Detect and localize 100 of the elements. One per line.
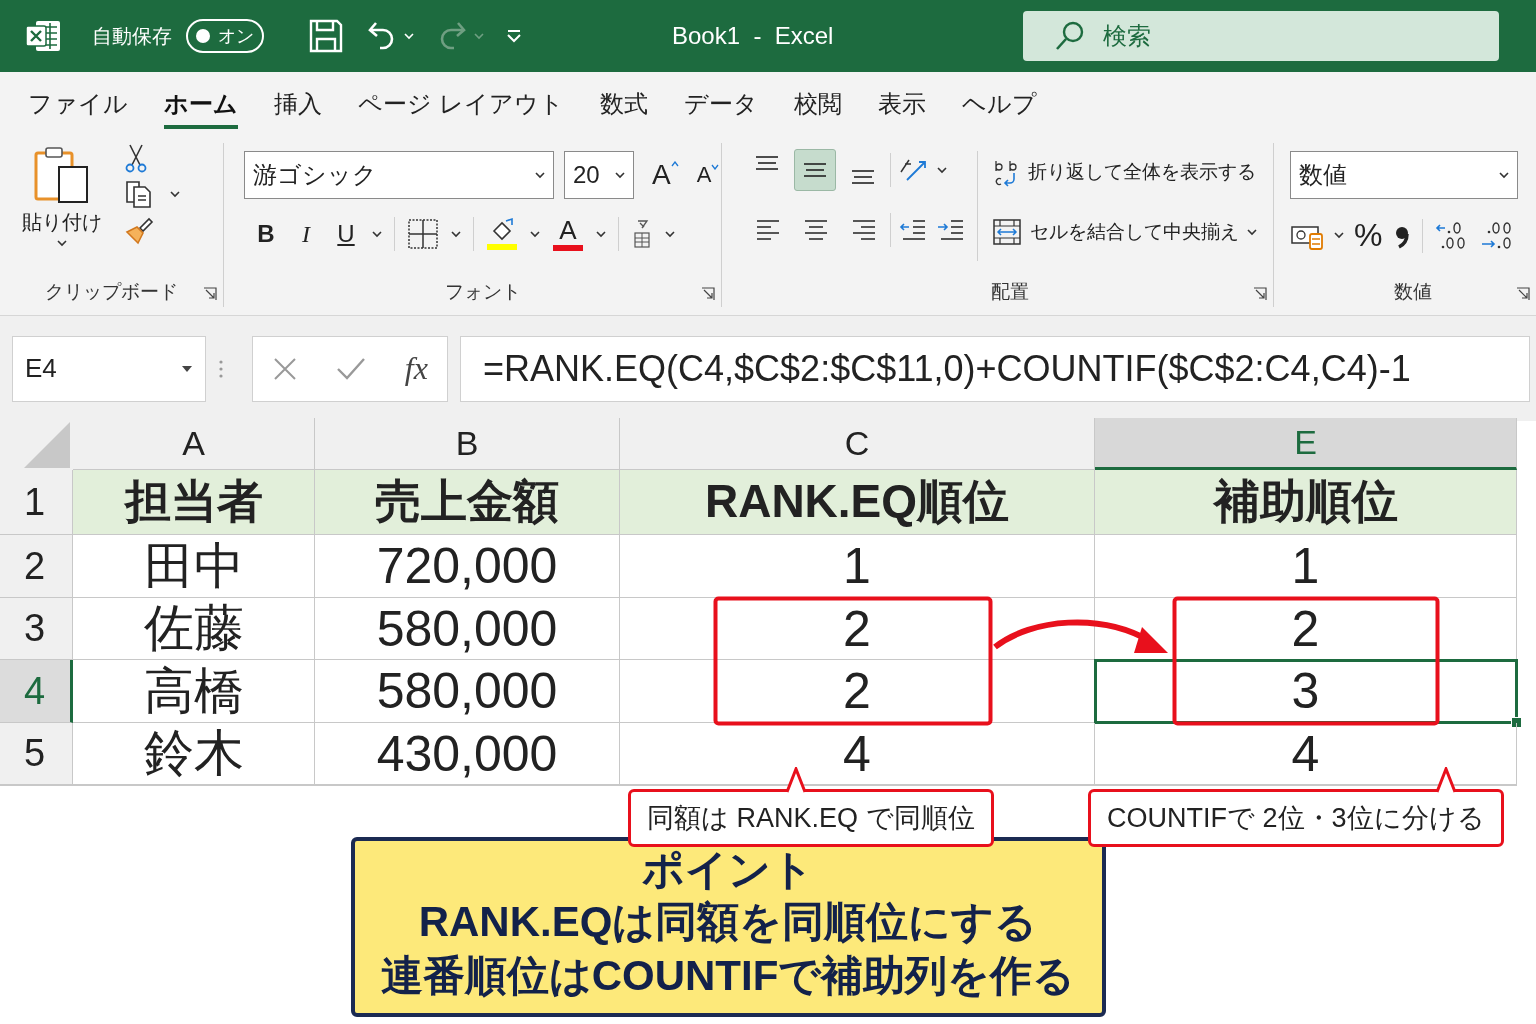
table-cell: 1 [620, 535, 1095, 598]
point-text: RANK.EQは同額を同順位にする [417, 897, 1039, 947]
caret-up-icon [670, 161, 679, 167]
caret-icon[interactable] [596, 230, 606, 238]
row-header[interactable]: 4 [0, 660, 73, 723]
table-cell: 佐藤 [73, 598, 315, 660]
top-align-icon [755, 156, 779, 170]
table-cell: 担当者 [73, 470, 315, 535]
dialog-launcher-icon[interactable] [203, 287, 217, 301]
caret-icon[interactable] [615, 171, 625, 179]
paste-button[interactable]: 貼り付け [22, 145, 102, 247]
group-label: 配置 [990, 280, 1029, 304]
bold-button[interactable]: B [252, 220, 280, 248]
caret-icon[interactable] [530, 230, 540, 238]
dialog-launcher-icon[interactable] [701, 287, 715, 301]
point-text: 連番順位はCOUNTIFで補助列を作る [379, 951, 1077, 1001]
middle-align-button[interactable] [794, 149, 836, 191]
scissors-icon[interactable] [124, 143, 148, 173]
group-label: クリップボード [45, 280, 178, 304]
font-grow-button[interactable]: A [652, 159, 679, 191]
caret-icon[interactable] [937, 166, 947, 174]
underline-button[interactable]: U [332, 220, 360, 248]
table-cell: 580,000 [315, 598, 620, 660]
table-cell: 田中 [73, 535, 315, 598]
active-cell[interactable]: 3 [1095, 660, 1517, 723]
point-title: ポイント [641, 845, 815, 895]
table-cell: 売上金額 [315, 470, 620, 535]
column-header[interactable]: B [315, 418, 620, 470]
italic-button[interactable]: I [292, 220, 320, 248]
merge-cells-icon [992, 217, 1022, 247]
ribbon-tab[interactable]: ホーム [164, 78, 238, 129]
column-header[interactable]: E [1095, 418, 1517, 470]
caret-icon[interactable] [451, 230, 461, 238]
caret-icon[interactable] [1247, 228, 1257, 236]
percent-style-button[interactable]: % [1354, 217, 1383, 254]
search-field[interactable]: 検索 [1023, 11, 1500, 61]
caret-icon[interactable] [1334, 232, 1344, 239]
font-size-dropdown[interactable]: 20 [564, 151, 634, 199]
ribbon-tab[interactable]: 挿入 [274, 78, 322, 129]
table-cell: 580,000 [315, 660, 620, 723]
table-cell: 720,000 [315, 535, 620, 598]
ribbon-tab[interactable]: 校閲 [793, 78, 842, 129]
column-header[interactable]: A [73, 418, 315, 470]
copy-icon[interactable] [124, 179, 154, 209]
dialog-launcher-icon[interactable] [1253, 287, 1267, 301]
table-cell: 2 [620, 660, 1095, 723]
table-cell: 2 [620, 598, 1095, 660]
autosave-toggle[interactable]: オン [186, 19, 264, 53]
font-shrink-button[interactable]: A [696, 162, 720, 188]
insert-function-button[interactable]: fx [404, 350, 428, 387]
cancel-icon[interactable] [272, 355, 299, 382]
dialog-launcher-icon[interactable] [1516, 287, 1530, 301]
table-cell: RANK.EQ順位 [620, 470, 1095, 535]
callout-text: 同額は RANK.EQ で同順位 [647, 803, 975, 833]
fill-handle[interactable] [1511, 717, 1522, 728]
phonetic-guide-icon[interactable] [631, 217, 653, 251]
number-format-dropdown[interactable]: 数値 [1290, 151, 1518, 199]
caret-icon[interactable] [170, 190, 180, 198]
save-icon[interactable] [308, 18, 344, 54]
wrap-text-button[interactable]: 折り返して全体を表示する [992, 157, 1257, 187]
ribbon-tab[interactable]: ページ レイアウト [358, 78, 564, 129]
fill-color-icon[interactable] [486, 217, 518, 251]
font-color-button[interactable]: A [552, 217, 584, 251]
window-title: Book1 - Excel [672, 22, 834, 50]
font-name-dropdown[interactable]: 游ゴシック [244, 151, 554, 199]
table-cell: 鈴木 [73, 723, 315, 785]
ribbon-tab[interactable]: 数式 [599, 78, 648, 129]
caret-icon[interactable] [57, 240, 67, 247]
customize-toolbar-icon[interactable] [506, 28, 522, 44]
table-cell: 補助順位 [1095, 470, 1517, 535]
merge-center-button[interactable]: セルを結合して中央揃え [992, 217, 1257, 247]
group-label: 数値 [1394, 280, 1432, 304]
spreadsheet-logo-icon[interactable] [24, 18, 62, 54]
caret-icon[interactable] [372, 230, 382, 238]
middle-align-icon [803, 163, 827, 177]
row-header[interactable]: 1 [0, 470, 73, 535]
ribbon-tab[interactable]: ヘルプ [961, 78, 1037, 129]
autosave-label: 自動保存 [92, 23, 172, 49]
borders-icon[interactable] [407, 218, 439, 250]
group-label: フォント [444, 280, 521, 304]
caret-down-icon [711, 164, 720, 170]
formula-field[interactable]: =RANK.EQ(C4,$C$2:$C$11,0)+COUNTIF($C$2:C4,C4)-1 [460, 335, 1530, 402]
callout-text: COUNTIFで 2位・3位に分ける [1107, 803, 1485, 833]
row-header[interactable]: 3 [0, 598, 73, 660]
row-header[interactable]: 2 [0, 535, 73, 598]
table-cell: 高橋 [73, 660, 315, 723]
clipboard-icon [33, 145, 91, 205]
caret-icon[interactable] [665, 230, 675, 238]
ribbon-tab[interactable]: 表示 [877, 78, 926, 129]
bottom-align-icon [851, 170, 875, 184]
name-box[interactable]: E4 [12, 335, 206, 402]
dropdown-icon [181, 364, 193, 373]
row-header[interactable]: 5 [0, 723, 73, 785]
caret-icon[interactable] [1499, 171, 1509, 179]
table-cell: 1 [1095, 535, 1517, 598]
column-header[interactable]: C [620, 418, 1095, 470]
ribbon-tab[interactable]: データ [683, 78, 758, 129]
paintbrush-icon[interactable] [124, 215, 154, 245]
caret-icon[interactable] [535, 171, 545, 179]
ribbon-tab[interactable]: ファイル [28, 78, 128, 129]
